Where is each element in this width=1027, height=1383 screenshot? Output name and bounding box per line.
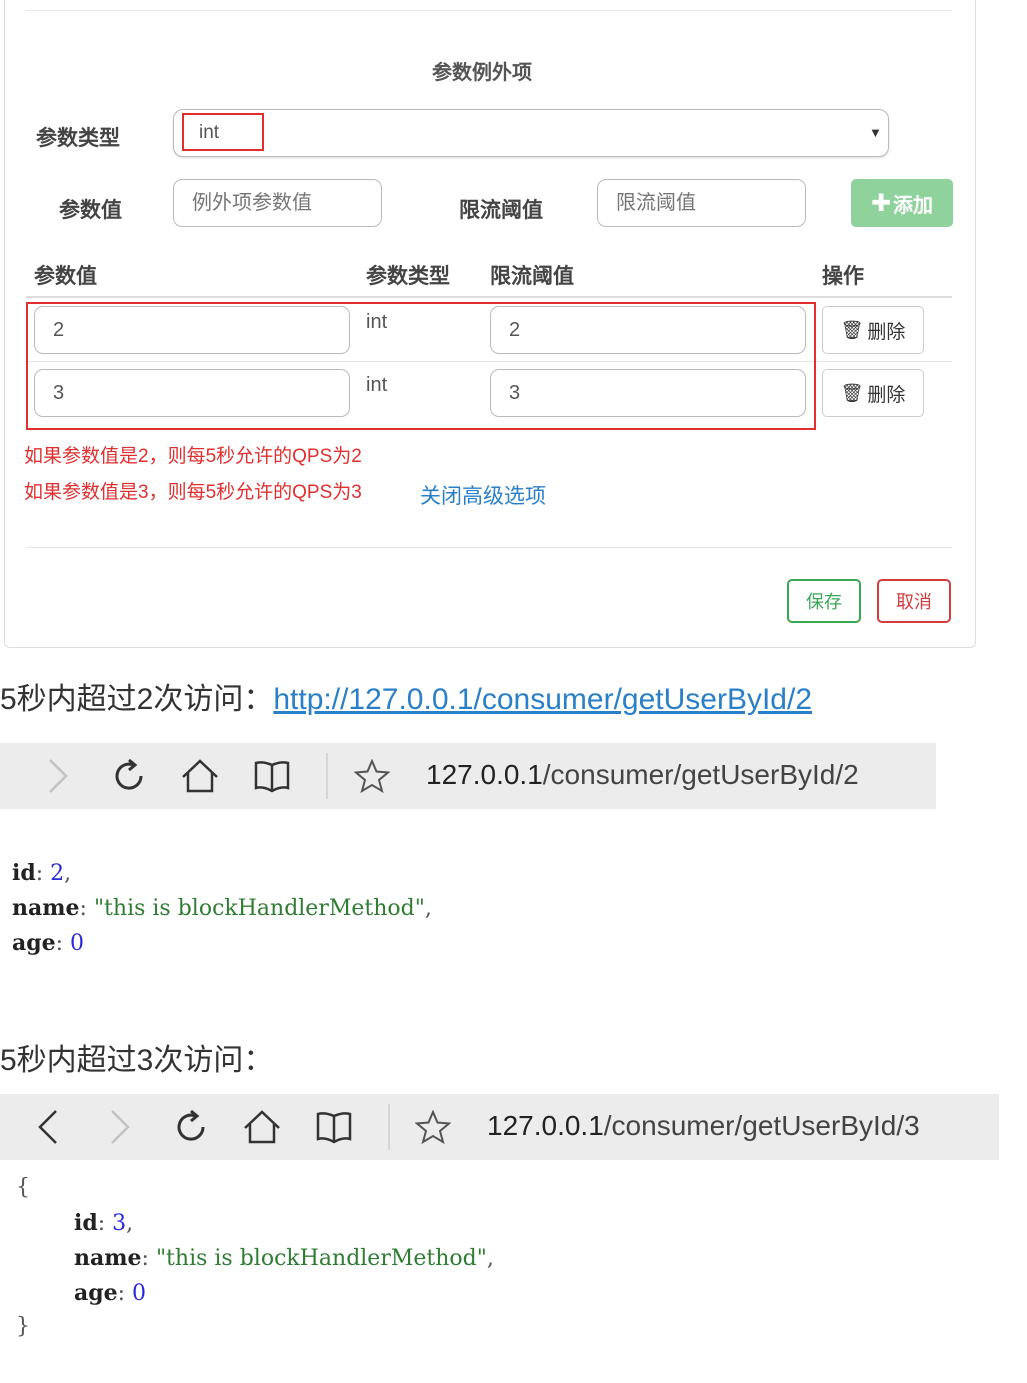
json-line-age: age: 0 [12, 930, 85, 956]
home-icon[interactable] [178, 751, 222, 801]
json-key: id [74, 1210, 98, 1236]
json-line-age: age: 0 [74, 1280, 147, 1306]
rows-highlight [26, 302, 816, 430]
json-number: 3 [112, 1211, 127, 1236]
param-type-highlight [182, 113, 264, 151]
json-key: name [74, 1245, 142, 1271]
json-string: "this is blockHandlerMethod" [155, 1246, 487, 1271]
star-icon[interactable] [411, 1102, 455, 1152]
param-value-label: 参数值 [59, 199, 122, 222]
param-type-label: 参数类型 [36, 127, 120, 150]
url-path: /consumer/getUserById/3 [603, 1110, 920, 1141]
section-title: 参数例外项 [432, 62, 532, 84]
param-value-input[interactable] [173, 179, 382, 227]
url-path: /consumer/getUserById/2 [542, 759, 859, 790]
json-number: 2 [50, 861, 65, 886]
note-line: 如果参数值是2，则每5秒允许的QPS为2 [24, 446, 362, 467]
paragraph-1-text: 5秒内超过2次访问： [0, 683, 274, 716]
trash-icon: 🗑 [840, 319, 864, 340]
json-line-id: id: 2, [12, 860, 72, 886]
json-line-name: name: "this is blockHandlerMethod", [74, 1245, 494, 1271]
json-open-brace: { [16, 1175, 30, 1200]
delete-button[interactable]: 🗑 删除 [822, 369, 924, 417]
col-header-type: 参数类型 [366, 265, 450, 288]
json-key: id [12, 860, 36, 886]
threshold-label: 限流阈值 [459, 199, 543, 222]
json-key: age [74, 1280, 118, 1306]
address-bar[interactable]: 127.0.0.1/consumer/getUserById/3 [487, 1110, 920, 1142]
paragraph-2: 5秒内超过3次访问： [0, 1044, 274, 1077]
json-line-name: name: "this is blockHandlerMethod", [12, 895, 432, 921]
url-host: 127.0.0.1 [426, 759, 543, 790]
book-icon[interactable] [250, 751, 294, 801]
json-close-brace: } [16, 1314, 30, 1339]
reload-icon[interactable] [170, 1102, 212, 1152]
chevron-right-icon[interactable] [38, 751, 78, 801]
json-string: "this is blockHandlerMethod" [93, 896, 425, 921]
col-header-threshold: 限流阈值 [490, 265, 574, 288]
plus-icon: ✚ [870, 189, 892, 217]
add-button-label: 添加 [893, 194, 934, 217]
star-icon[interactable] [350, 751, 394, 801]
table-header-divider [26, 296, 952, 298]
chevron-left-icon[interactable] [28, 1102, 68, 1152]
col-header-value: 参数值 [34, 265, 97, 288]
param-type-value: int [199, 122, 220, 143]
json-line-id: id: 3, [74, 1210, 134, 1236]
url-link[interactable]: http://127.0.0.1/consumer/getUserById/2 [273, 683, 812, 716]
cancel-button[interactable]: 取消 [877, 579, 951, 623]
note-line: 如果参数值是3，则每5秒允许的QPS为3 [24, 482, 362, 503]
book-icon[interactable] [312, 1102, 356, 1152]
toolbar-separator [326, 753, 328, 799]
trash-icon: 🗑 [840, 382, 864, 403]
paragraph-1: 5秒内超过2次访问：http://127.0.0.1/consumer/getU… [0, 674, 812, 718]
json-key: age [12, 930, 56, 956]
json-key: name [12, 895, 80, 921]
url-host: 127.0.0.1 [487, 1110, 604, 1141]
top-divider [26, 10, 952, 11]
chevron-right-icon[interactable] [100, 1102, 140, 1152]
delete-button-label: 删除 [867, 384, 906, 406]
address-bar[interactable]: 127.0.0.1/consumer/getUserById/2 [426, 759, 859, 791]
add-button[interactable]: ✚ 添加 [851, 179, 953, 227]
save-button[interactable]: 保存 [787, 579, 861, 623]
footer-divider [26, 547, 952, 548]
param-type-select[interactable]: int ▼ [173, 109, 889, 157]
delete-button-label: 删除 [867, 321, 906, 343]
browser-toolbar: 127.0.0.1/consumer/getUserById/3 [0, 1094, 999, 1160]
browser-toolbar: 127.0.0.1/consumer/getUserById/2 [0, 743, 936, 809]
caret-down-icon: ▼ [869, 125, 882, 140]
delete-button[interactable]: 🗑 删除 [822, 306, 924, 354]
toolbar-separator [388, 1104, 390, 1150]
home-icon[interactable] [240, 1102, 284, 1152]
threshold-input[interactable] [597, 179, 806, 227]
reload-icon[interactable] [108, 751, 150, 801]
close-advanced-link[interactable]: 关闭高级选项 [420, 480, 546, 510]
col-header-action: 操作 [822, 265, 864, 288]
json-number: 0 [70, 931, 85, 956]
json-number: 0 [132, 1281, 147, 1306]
